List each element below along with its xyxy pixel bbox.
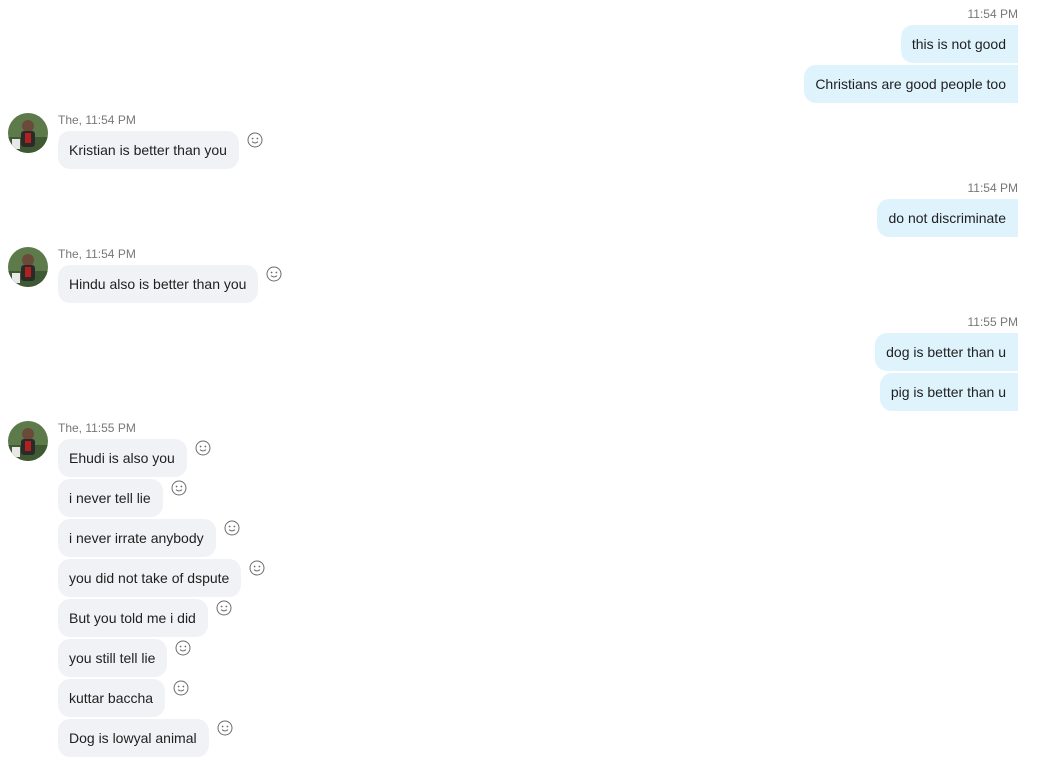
smiley-reaction-icon[interactable] [247, 132, 263, 148]
smiley-reaction-icon[interactable] [175, 640, 191, 656]
smiley-reaction-icon[interactable] [266, 266, 282, 282]
outgoing-message-bubble[interactable]: dog is better than u [875, 333, 1018, 371]
outgoing-message-group: 11:55 PM dog is better than u pig is bet… [875, 315, 1018, 413]
message-timestamp: 11:55 PM [967, 315, 1018, 329]
outgoing-message-group: 11:54 PM this is not good Christians are… [804, 7, 1018, 105]
incoming-message-bubble[interactable]: kuttar baccha [58, 679, 166, 717]
incoming-message-bubble[interactable]: Hindu also is better than you [58, 265, 259, 303]
message-timestamp: 11:54 PM [967, 181, 1018, 195]
smiley-reaction-icon[interactable] [171, 480, 187, 496]
outgoing-message-group: 11:54 PM do not discriminate [877, 181, 1018, 239]
smiley-reaction-icon[interactable] [217, 720, 233, 736]
sender-name-timestamp: The, 11:54 PM [58, 247, 136, 261]
smiley-reaction-icon[interactable] [216, 600, 232, 616]
outgoing-message-bubble[interactable]: do not discriminate [877, 199, 1018, 237]
incoming-message-bubble[interactable]: i never tell lie [58, 479, 163, 517]
incoming-message-group: The, 11:54 PM Hindu also is better than … [8, 247, 282, 305]
incoming-message-bubble[interactable]: Ehudi is also you [58, 439, 187, 477]
contact-avatar[interactable] [8, 421, 48, 461]
incoming-message-bubble[interactable]: you did not take of dspute [58, 559, 242, 597]
incoming-message-group: The, 11:55 PM Ehudi is also you i never … [8, 421, 265, 759]
smiley-reaction-icon[interactable] [224, 520, 240, 536]
sender-name-timestamp: The, 11:54 PM [58, 113, 136, 127]
incoming-message-bubble[interactable]: But you told me i did [58, 599, 208, 637]
incoming-message-group: The, 11:54 PM Kristian is better than yo… [8, 113, 263, 171]
incoming-message-bubble[interactable]: you still tell lie [58, 639, 168, 677]
outgoing-message-bubble[interactable]: this is not good [900, 25, 1018, 63]
smiley-reaction-icon[interactable] [249, 560, 265, 576]
sender-name-timestamp: The, 11:55 PM [58, 421, 136, 435]
outgoing-message-bubble[interactable]: Christians are good people too [804, 65, 1018, 103]
smiley-reaction-icon[interactable] [173, 680, 189, 696]
incoming-message-bubble[interactable]: Dog is lowyal animal [58, 719, 209, 757]
message-timestamp: 11:54 PM [967, 7, 1018, 21]
contact-avatar[interactable] [8, 113, 48, 153]
chat-message-list[interactable]: 11:54 PM this is not good Christians are… [0, 0, 1045, 761]
incoming-message-bubble[interactable]: i never irrate anybody [58, 519, 216, 557]
outgoing-message-bubble[interactable]: pig is better than u [879, 373, 1018, 411]
smiley-reaction-icon[interactable] [195, 440, 211, 456]
incoming-message-bubble[interactable]: Kristian is better than you [58, 131, 239, 169]
contact-avatar[interactable] [8, 247, 48, 287]
